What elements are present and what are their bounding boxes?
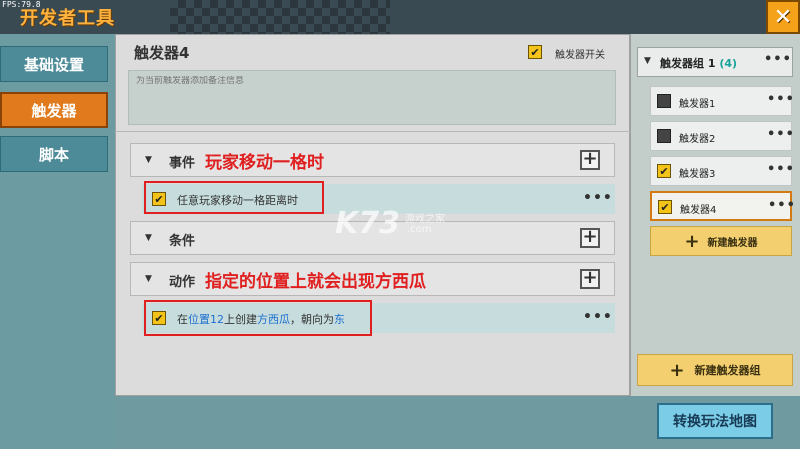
collapse-arrow-icon[interactable]: ▼ bbox=[145, 274, 152, 284]
sidebar-item-scripts[interactable]: 脚本 bbox=[0, 136, 108, 172]
title-bar-pattern bbox=[170, 0, 390, 34]
action-annotation: 指定的位置上就会出现方西瓜 bbox=[205, 272, 426, 292]
event-section-header[interactable]: ▼ 事件 玩家移动一格时 + bbox=[130, 143, 615, 177]
more-icon[interactable]: ••• bbox=[583, 190, 613, 206]
check-icon: ✔ bbox=[660, 200, 670, 214]
trigger-item[interactable]: ✔ 触发器3 ••• bbox=[650, 156, 795, 186]
new-group-label: 新建触发器组 bbox=[694, 364, 761, 377]
plus-icon: + bbox=[684, 230, 700, 252]
trigger-checkbox[interactable]: ✔ bbox=[658, 200, 672, 214]
group-count: (4) bbox=[719, 57, 738, 70]
watermark-text: 游戏之家 bbox=[405, 214, 445, 225]
collapse-arrow-icon[interactable]: ▼ bbox=[644, 56, 651, 66]
sidebar-item-triggers[interactable]: 触发器 bbox=[0, 92, 108, 128]
check-icon: ✔ bbox=[659, 164, 669, 178]
close-button[interactable]: ✕ bbox=[766, 0, 800, 34]
check-icon: ✔ bbox=[530, 45, 540, 59]
sidebar: 基础设置 触发器 脚本 bbox=[0, 34, 115, 449]
sidebar-item-label: 脚本 bbox=[38, 145, 69, 164]
new-trigger-label: 新建触发器 bbox=[707, 237, 758, 249]
highlight-box bbox=[144, 300, 372, 336]
note-input[interactable] bbox=[136, 76, 436, 86]
trigger-item[interactable]: 触发器2 ••• bbox=[650, 121, 795, 151]
event-annotation: 玩家移动一格时 bbox=[205, 153, 324, 173]
switch-map-label: 转换玩法地图 bbox=[673, 414, 757, 430]
divider bbox=[115, 131, 630, 132]
close-icon: ✕ bbox=[773, 4, 793, 30]
condition-section-label: 条件 bbox=[169, 234, 196, 249]
trigger-item-label: 触发器4 bbox=[680, 205, 717, 216]
add-action-button[interactable]: + bbox=[580, 269, 600, 289]
more-icon[interactable]: ••• bbox=[768, 198, 796, 213]
more-icon[interactable]: ••• bbox=[767, 92, 795, 107]
trigger-group-label: 触发器组 1 (4) bbox=[660, 55, 737, 71]
trigger-item-label: 触发器3 bbox=[679, 169, 716, 180]
trigger-checkbox[interactable]: ✔ bbox=[657, 164, 671, 178]
app-title: 开发者工具 bbox=[20, 8, 115, 29]
watermark-domain: .com bbox=[407, 224, 432, 235]
group-name: 触发器组 1 bbox=[660, 57, 716, 70]
trigger-item[interactable]: 触发器1 ••• bbox=[650, 86, 795, 116]
title-bar bbox=[0, 0, 800, 34]
highlight-box bbox=[144, 181, 324, 214]
action-section-header[interactable]: ▼ 动作 指定的位置上就会出现方西瓜 + bbox=[130, 262, 615, 296]
collapse-arrow-icon[interactable]: ▼ bbox=[145, 155, 152, 165]
add-event-button[interactable]: + bbox=[580, 150, 600, 170]
collapse-arrow-icon[interactable]: ▼ bbox=[145, 233, 152, 243]
trigger-title: 触发器4 bbox=[134, 44, 190, 62]
event-section-label: 事件 bbox=[169, 156, 196, 171]
more-icon[interactable]: ••• bbox=[767, 127, 795, 142]
sidebar-item-label: 触发器 bbox=[31, 101, 77, 120]
trigger-switch-checkbox[interactable]: ✔ bbox=[528, 45, 542, 59]
trigger-checkbox[interactable] bbox=[657, 129, 671, 143]
switch-map-button[interactable]: 转换玩法地图 bbox=[657, 403, 773, 439]
action-section-label: 动作 bbox=[169, 275, 196, 290]
trigger-item-selected[interactable]: ✔ 触发器4 ••• bbox=[650, 191, 795, 221]
trigger-item-label: 触发器1 bbox=[679, 99, 716, 110]
add-condition-button[interactable]: + bbox=[580, 228, 600, 248]
plus-icon: + bbox=[669, 359, 685, 381]
more-icon[interactable]: ••• bbox=[583, 309, 613, 325]
trigger-switch-label: 触发器开关 bbox=[555, 50, 605, 61]
more-icon[interactable]: ••• bbox=[767, 162, 795, 177]
trigger-checkbox[interactable] bbox=[657, 94, 671, 108]
more-icon[interactable]: ••• bbox=[764, 52, 792, 67]
sidebar-item-basic-settings[interactable]: 基础设置 bbox=[0, 46, 108, 82]
watermark-logo: K73 bbox=[335, 206, 400, 241]
new-trigger-group-button[interactable]: + 新建触发器组 bbox=[637, 354, 793, 386]
sidebar-item-label: 基础设置 bbox=[23, 55, 84, 74]
new-trigger-button[interactable]: + 新建触发器 bbox=[650, 226, 792, 256]
trigger-item-label: 触发器2 bbox=[679, 134, 716, 145]
